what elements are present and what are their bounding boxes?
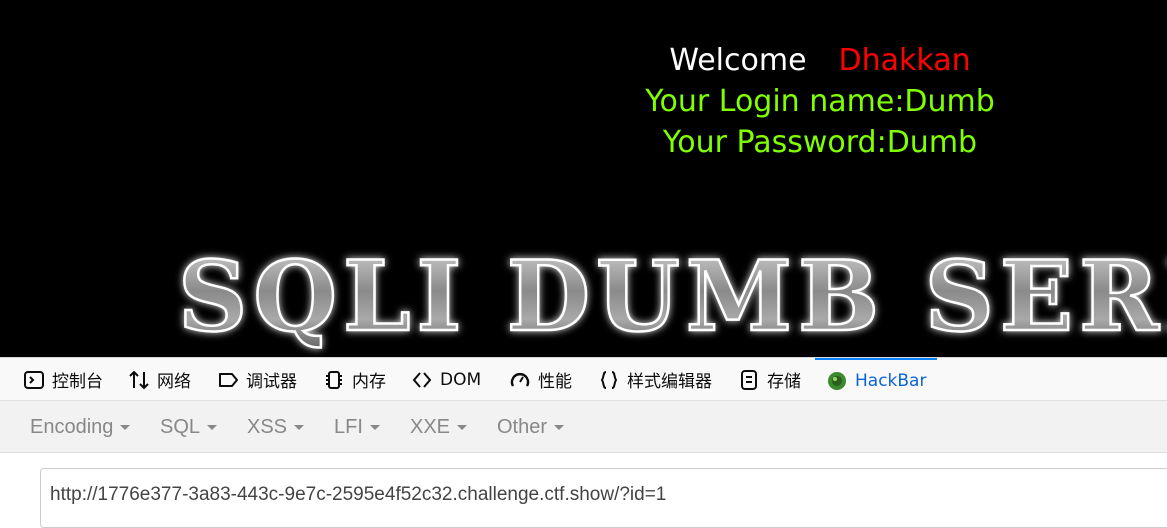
chevron-down-icon — [120, 425, 131, 431]
tab-dom[interactable]: DOM — [410, 358, 481, 401]
tab-network-label: 网络 — [157, 372, 191, 392]
tab-style-editor[interactable]: 样式编辑器 — [597, 358, 712, 401]
dom-brackets-icon — [410, 368, 434, 392]
hackbar-url-input[interactable]: http://1776e377-3a83-443c-9e7c-2595e4f52… — [40, 468, 1167, 528]
hackbar-logo-icon — [825, 369, 849, 393]
storage-icon — [737, 368, 761, 392]
tab-memory[interactable]: 内存 — [322, 358, 386, 401]
hackbar-menu-bar: Encoding SQL XSS LFI XXE Other — [0, 401, 1167, 453]
welcome-block: Welcome Dhakkan Your Login name:Dumb Your… — [600, 40, 1040, 163]
devtools-toolbar: 控制台 网络 调试器 内存 DOM 性能 样式编辑器 存储 HackBar — [0, 357, 1167, 401]
style-braces-icon — [597, 368, 621, 392]
banner-text: SQLI DUMB SERI — [178, 240, 1167, 353]
tab-storage-label: 存储 — [767, 372, 801, 392]
network-arrows-icon — [127, 368, 151, 392]
tab-hackbar[interactable]: HackBar — [815, 358, 937, 401]
devtools-panel: 控制台 网络 调试器 内存 DOM 性能 样式编辑器 存储 HackBar En… — [0, 357, 1167, 528]
menu-other[interactable]: Other — [497, 401, 565, 453]
tab-dom-label: DOM — [440, 369, 482, 390]
tab-storage[interactable]: 存储 — [737, 358, 801, 401]
chevron-down-icon — [457, 425, 468, 431]
console-icon — [22, 368, 46, 392]
menu-encoding-label: Encoding — [30, 416, 114, 438]
tab-console[interactable]: 控制台 — [22, 358, 103, 401]
menu-lfi[interactable]: LFI — [334, 401, 380, 453]
chevron-down-icon — [207, 425, 218, 431]
welcome-text: Welcome — [669, 43, 807, 78]
menu-xss-label: XSS — [247, 416, 288, 438]
memory-chip-icon — [322, 368, 346, 392]
chevron-down-icon — [369, 425, 380, 431]
menu-sql[interactable]: SQL — [160, 401, 218, 453]
menu-xxe-label: XXE — [410, 416, 451, 438]
tab-debugger-label: 调试器 — [246, 372, 297, 392]
welcome-username: Dhakkan — [838, 43, 971, 78]
performance-gauge-icon — [508, 368, 532, 392]
chevron-down-icon — [294, 425, 305, 431]
menu-xss[interactable]: XSS — [247, 401, 305, 453]
menu-lfi-label: LFI — [334, 416, 363, 438]
tab-network[interactable]: 网络 — [127, 358, 191, 401]
tab-memory-label: 内存 — [352, 372, 386, 392]
tab-performance[interactable]: 性能 — [508, 358, 572, 401]
login-name-line: Your Login name:Dumb — [645, 84, 995, 119]
menu-xxe[interactable]: XXE — [410, 401, 468, 453]
password-line: Your Password:Dumb — [662, 125, 978, 160]
tab-debugger[interactable]: 调试器 — [216, 358, 297, 401]
menu-other-label: Other — [497, 416, 548, 438]
welcome-line: Welcome Dhakkan — [600, 40, 1040, 81]
menu-sql-label: SQL — [160, 416, 201, 438]
sqli-banner-image: SQLI DUMB SERI — [0, 230, 1167, 357]
tab-style-editor-label: 样式编辑器 — [627, 372, 712, 392]
tab-console-label: 控制台 — [52, 372, 103, 392]
chevron-down-icon — [554, 425, 565, 431]
tab-hackbar-label: HackBar — [855, 370, 927, 391]
menu-encoding[interactable]: Encoding — [30, 401, 131, 453]
webpage-content: Welcome Dhakkan Your Login name:Dumb Your… — [0, 0, 1167, 357]
debugger-icon — [216, 368, 240, 392]
tab-performance-label: 性能 — [538, 372, 572, 392]
